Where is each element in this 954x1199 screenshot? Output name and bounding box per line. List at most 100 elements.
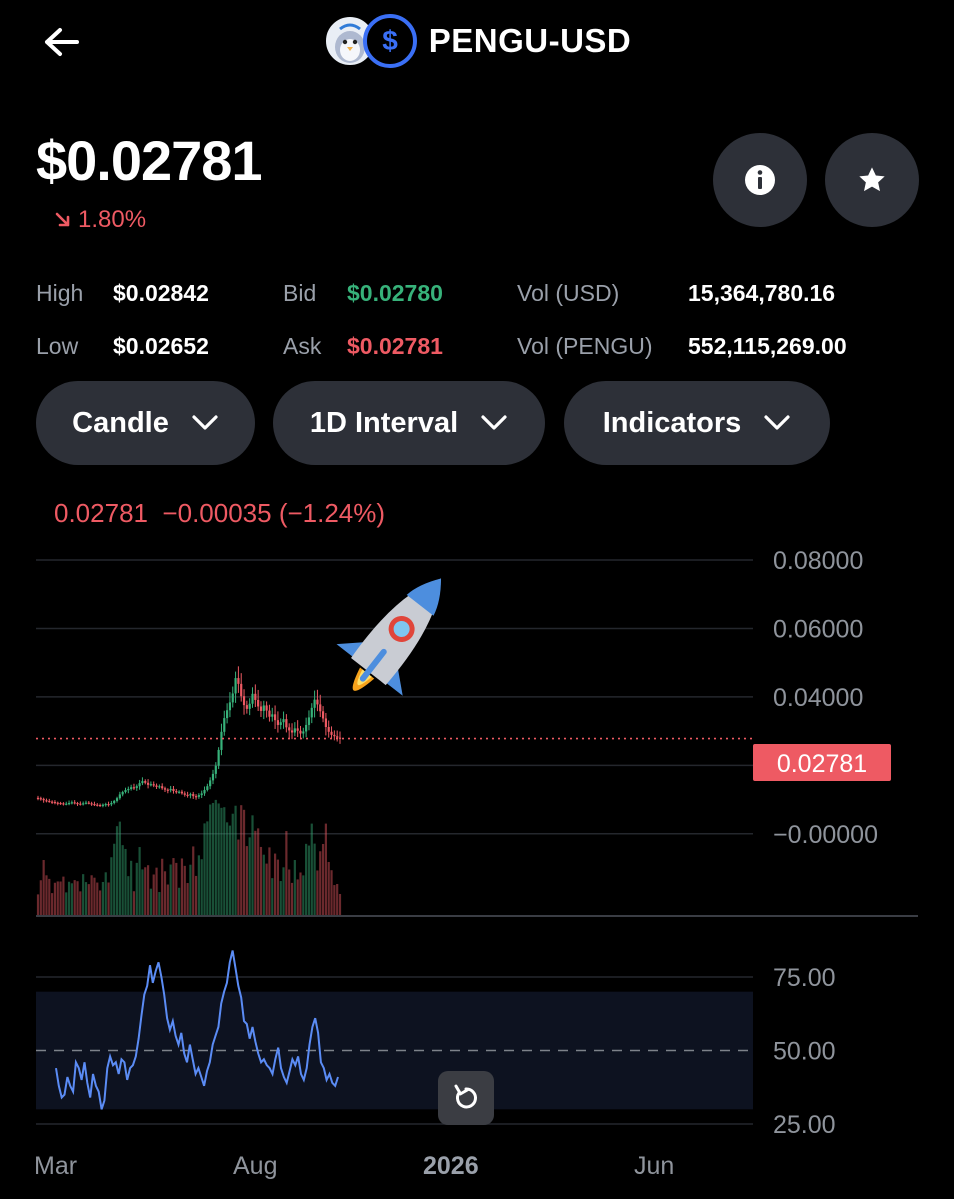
info-icon: [745, 165, 775, 195]
volume-bar: [327, 861, 330, 915]
volume-bar: [87, 884, 90, 915]
volume-bar: [48, 878, 51, 915]
candle-body: [226, 710, 229, 719]
candle-body: [158, 786, 161, 788]
candle-body: [220, 731, 223, 750]
volume-bar: [228, 825, 232, 915]
volume-bar: [169, 864, 172, 915]
chevron-down-icon: [764, 415, 790, 430]
candle-body: [296, 728, 299, 731]
candle-body: [248, 703, 251, 709]
candle-body: [240, 683, 243, 697]
candle-body: [324, 718, 327, 728]
candle-body: [98, 805, 102, 807]
x-tick-label: 2026: [423, 1152, 479, 1180]
volume-bar: [296, 879, 299, 915]
candle-body: [237, 678, 240, 684]
volume-bar: [73, 880, 76, 915]
candle-body: [65, 803, 68, 805]
volume-bar: [152, 874, 155, 915]
candle-body: [228, 702, 232, 711]
volume-bar: [84, 882, 88, 915]
candle-body: [70, 802, 73, 804]
candle-body: [84, 802, 88, 804]
candle-body: [180, 791, 184, 794]
refresh-icon: [454, 1084, 477, 1109]
volume-bar: [307, 845, 311, 915]
volume-bar: [324, 823, 327, 915]
volume-bar: [172, 858, 175, 915]
candle-body: [336, 736, 339, 738]
candle-body: [82, 803, 85, 805]
candle-body: [132, 787, 136, 789]
volume-bar: [98, 890, 102, 915]
price-change: 1.80%: [54, 206, 146, 234]
volume-bar: [149, 888, 152, 915]
candle-body: [307, 717, 311, 725]
candle-body: [206, 786, 209, 790]
volume-bar: [214, 799, 217, 915]
rsi-axis-label: 25.00: [773, 1111, 836, 1139]
indicators-dropdown[interactable]: Indicators: [564, 381, 830, 465]
candlesticks: [36, 666, 342, 808]
candle-body: [161, 786, 164, 789]
candle-body: [110, 802, 113, 805]
volume-bar: [121, 845, 124, 915]
candle-body: [39, 798, 42, 800]
volume-bar: [338, 893, 342, 915]
candle-body: [96, 804, 99, 806]
volume-bar: [166, 884, 169, 915]
candle-body: [310, 707, 313, 718]
axis-labels: 0.080000.060000.040000.02000−0.0000075.0…: [773, 547, 878, 1139]
candle-body: [87, 802, 90, 804]
rsi-axis-label: 50.00: [773, 1038, 836, 1066]
candle-body: [67, 802, 71, 805]
price-chart[interactable]: 0.080000.060000.040000.02000−0.0000075.0…: [0, 540, 954, 1140]
volume-bar: [36, 894, 40, 915]
candle-body: [59, 802, 62, 805]
candle-body: [302, 731, 305, 734]
candle-body: [316, 699, 319, 705]
volume-bar: [310, 823, 313, 915]
volume-bar: [144, 867, 147, 915]
volume-bar: [56, 881, 59, 915]
volume-bar: [45, 875, 48, 915]
candle-body: [313, 699, 316, 708]
reset-zoom-button[interactable]: [438, 1071, 494, 1125]
volume-bar: [110, 857, 113, 915]
candle-body: [299, 730, 302, 734]
vol-base-label: Vol (PENGU): [517, 333, 653, 359]
candle-body: [327, 727, 330, 732]
volume-bar: [288, 869, 291, 915]
candle-body: [338, 737, 342, 739]
candle-body: [73, 802, 76, 804]
volume-bar: [211, 802, 215, 915]
bid-label: Bid: [283, 280, 317, 306]
rocket-icon: [336, 578, 442, 696]
chart-type-dropdown[interactable]: Candle: [36, 381, 255, 465]
interval-dropdown[interactable]: 1D Interval: [273, 381, 545, 465]
volume-bar: [226, 822, 229, 915]
chevron-down-icon: [481, 415, 507, 430]
volume-bar: [135, 862, 138, 915]
volume-bar: [175, 862, 178, 915]
volume-bar: [115, 826, 119, 915]
candle-body: [113, 800, 116, 803]
candle-body: [319, 704, 322, 712]
info-button[interactable]: [713, 133, 807, 227]
favorite-button[interactable]: [825, 133, 919, 227]
volume-bar: [189, 864, 192, 915]
volume-bar: [96, 882, 99, 915]
volume-bar: [107, 882, 110, 915]
volume-bar: [203, 823, 206, 915]
candle-body: [76, 802, 79, 805]
volume-bar: [254, 830, 257, 915]
volume-bar: [240, 805, 243, 915]
volume-bar: [268, 847, 271, 915]
volume-bar: [82, 874, 85, 915]
vol-base-value: 552,115,269.00: [688, 333, 847, 359]
usd-dollar-icon: $: [362, 14, 417, 68]
candle-body: [45, 800, 48, 802]
candle-body: [242, 696, 246, 706]
candle-body: [288, 727, 291, 731]
